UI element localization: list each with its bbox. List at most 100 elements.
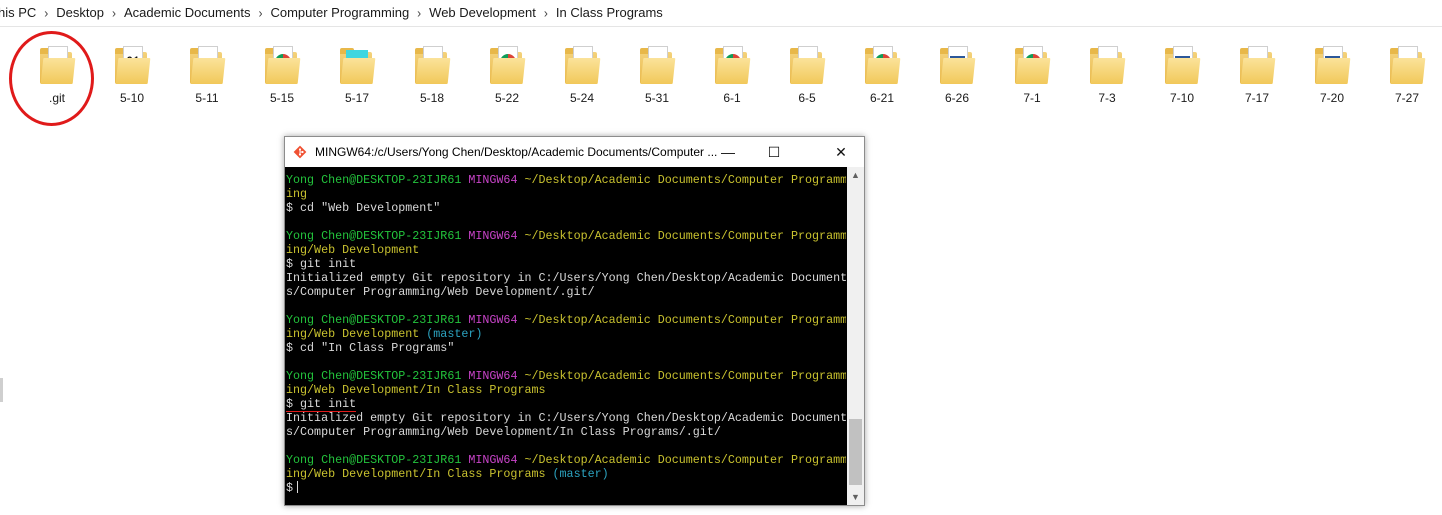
terminal-titlebar[interactable]: MINGW64:/c/Users/Yong Chen/Desktop/Acade… — [285, 137, 864, 167]
breadcrumb-item[interactable]: Desktop — [56, 5, 104, 20]
folder-item[interactable]: 5-31 — [622, 40, 692, 110]
file-icon-grid: .git015-105-115-155-175-185-225-245-316-… — [0, 40, 1442, 110]
folder-item[interactable]: W 7-20 — [1297, 40, 1367, 110]
terminal-text: ~/Desktop/Academic Documents/Computer Pr… — [517, 229, 846, 243]
terminal-line: $ cd "In Class Programs" — [286, 341, 846, 355]
git-folder-highlight-circle — [9, 31, 94, 126]
breadcrumb-separator-icon[interactable]: › — [258, 5, 262, 20]
breadcrumb-separator-icon[interactable]: › — [417, 5, 421, 20]
folder-label: 7-3 — [1098, 91, 1116, 105]
terminal-text: Yong Chen@DESKTOP-23IJR61 — [286, 313, 462, 327]
folder-label: 7-20 — [1319, 91, 1345, 105]
terminal-line: Yong Chen@DESKTOP-23IJR61 MINGW64 ~/Desk… — [286, 173, 846, 187]
maximize-button[interactable]: ☐ — [751, 137, 797, 167]
folder-label: 6-26 — [944, 91, 970, 105]
breadcrumb-separator-icon[interactable]: › — [44, 5, 48, 20]
terminal-text: MINGW64 — [468, 229, 518, 243]
terminal-text: MINGW64 — [468, 453, 518, 467]
terminal-text: s/Computer Programming/Web Development/.… — [286, 285, 595, 299]
terminal-text: ~/Desktop/Academic Documents/Computer Pr… — [517, 173, 846, 187]
terminal-text: Initialized empty Git repository in C:/U… — [286, 271, 846, 285]
terminal-line: $ — [286, 481, 846, 495]
folder-icon — [638, 44, 676, 86]
breadcrumb-separator-icon[interactable]: › — [544, 5, 548, 20]
git-bash-window[interactable]: MINGW64:/c/Users/Yong Chen/Desktop/Acade… — [284, 136, 865, 506]
git-diamond-icon — [293, 145, 307, 159]
folder-item[interactable]: 5-15 — [247, 40, 317, 110]
breadcrumb-item[interactable]: In Class Programs — [556, 5, 663, 20]
breadcrumb-item[interactable]: Web Development — [429, 5, 536, 20]
folder-icon: W — [938, 44, 976, 86]
scroll-up-arrow-icon[interactable]: ▲ — [847, 167, 864, 183]
terminal-text: Yong Chen@DESKTOP-23IJR61 — [286, 173, 462, 187]
folder-icon — [338, 44, 376, 86]
scrollbar-thumb[interactable] — [849, 419, 862, 485]
folder-item[interactable]: 7-3 — [1072, 40, 1142, 110]
breadcrumb-item[interactable]: Academic Documents — [124, 5, 250, 20]
terminal-text: Yong Chen@DESKTOP-23IJR61 — [286, 229, 462, 243]
folder-item[interactable]: 5-11 — [172, 40, 242, 110]
folder-item[interactable]: 6-1 — [697, 40, 767, 110]
terminal-text: Yong Chen@DESKTOP-23IJR61 — [286, 453, 462, 467]
folder-icon — [1088, 44, 1126, 86]
terminal-text: ing/Web Development — [286, 243, 420, 257]
breadcrumb-item[interactable]: his PC — [0, 5, 36, 20]
folder-item[interactable]: W 7-10 — [1147, 40, 1217, 110]
folder-item[interactable]: 6-21 — [847, 40, 917, 110]
terminal-output[interactable]: Yong Chen@DESKTOP-23IJR61 MINGW64 ~/Desk… — [286, 173, 846, 506]
folder-label: 5-31 — [644, 91, 670, 105]
pane-edge-marker — [0, 378, 3, 402]
folder-label: 5-22 — [494, 91, 520, 105]
folder-label: 5-11 — [195, 91, 219, 105]
breadcrumb-separator-icon[interactable]: › — [112, 5, 116, 20]
folder-label: 5-24 — [569, 91, 595, 105]
folder-icon — [1238, 44, 1276, 86]
folder-item[interactable]: W 6-26 — [922, 40, 992, 110]
folder-label: 7-1 — [1023, 91, 1041, 105]
folder-item[interactable]: 5-17 — [322, 40, 392, 110]
terminal-line: s/Computer Programming/Web Development/I… — [286, 425, 846, 439]
terminal-text: $ cd "Web Development" — [286, 201, 441, 215]
folder-item[interactable]: 5-18 — [397, 40, 467, 110]
terminal-text: ~/Desktop/Academic Documents/Computer Pr… — [517, 453, 846, 467]
folder-label: 5-10 — [119, 91, 145, 105]
folder-icon — [1388, 44, 1426, 86]
folder-label: 5-18 — [419, 91, 445, 105]
terminal-text: $ git init — [286, 257, 357, 271]
terminal-text: s/Computer Programming/Web Development/I… — [286, 425, 721, 439]
folder-item[interactable]: 01 5-10 — [97, 40, 167, 110]
terminal-line: Yong Chen@DESKTOP-23IJR61 MINGW64 ~/Desk… — [286, 369, 846, 383]
folder-icon — [563, 44, 601, 86]
terminal-text: MINGW64 — [468, 313, 518, 327]
folder-label: 5-15 — [269, 91, 295, 105]
folder-label: 7-10 — [1169, 91, 1195, 105]
folder-item[interactable]: 7-1 — [997, 40, 1067, 110]
close-button[interactable]: ✕ — [818, 137, 864, 167]
terminal-line: s/Computer Programming/Web Development/.… — [286, 285, 846, 299]
terminal-line: Yong Chen@DESKTOP-23IJR61 MINGW64 ~/Desk… — [286, 229, 846, 243]
folder-icon — [413, 44, 451, 86]
terminal-text: MINGW64 — [468, 173, 518, 187]
folder-item[interactable]: 6-5 — [772, 40, 842, 110]
scroll-down-arrow-icon[interactable]: ▼ — [847, 489, 864, 505]
folder-item[interactable]: 7-27 — [1372, 40, 1442, 110]
address-bar[interactable]: his PC › Desktop › Academic Documents › Comput… — [0, 0, 1442, 27]
terminal-line: Yong Chen@DESKTOP-23IJR61 MINGW64 ~/Desk… — [286, 453, 846, 467]
terminal-text: ing/Web Development — [286, 327, 420, 341]
folder-icon — [188, 44, 226, 86]
folder-item[interactable]: 7-17 — [1222, 40, 1292, 110]
terminal-text: Initialized empty Git repository in C:/U… — [286, 411, 846, 425]
terminal-line: Initialized empty Git repository in C:/U… — [286, 411, 846, 425]
folder-item[interactable]: 5-24 — [547, 40, 617, 110]
minimize-button[interactable]: — — [705, 137, 751, 167]
terminal-scrollbar[interactable]: ▲ ▼ — [847, 167, 864, 505]
folder-label: 6-5 — [798, 91, 816, 105]
breadcrumb-item[interactable]: Computer Programming — [270, 5, 409, 20]
terminal-text: ~/Desktop/Academic Documents/Computer Pr… — [517, 369, 846, 383]
folder-item[interactable]: 5-22 — [472, 40, 542, 110]
terminal-text: $ cd "In Class Programs" — [286, 341, 455, 355]
terminal-line: Initialized empty Git repository in C:/U… — [286, 271, 846, 285]
